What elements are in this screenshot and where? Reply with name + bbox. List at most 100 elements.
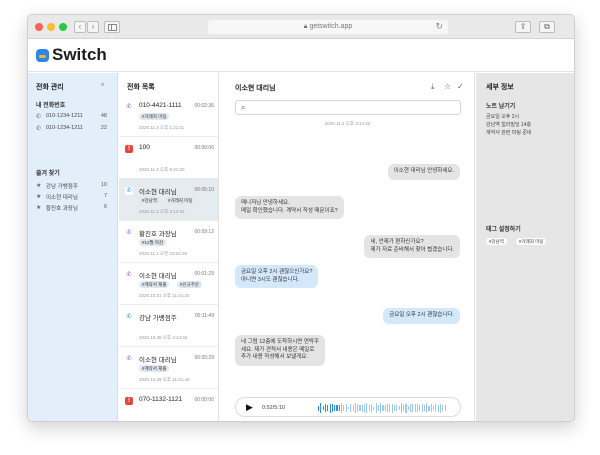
- call-list-item[interactable]: ✆ 010-4421-1111 00:02:36 #거래처 미팅 2020.11.3 오…: [119, 95, 218, 137]
- waveform-bar: [435, 403, 437, 413]
- phone-management-panel: 전화 관리 ⌕ 내 전화번호 ✆ 010-1234-1211 48 ✆ 010-…: [28, 73, 118, 421]
- panel-title: 전화 관리: [36, 84, 64, 91]
- message-line: 네, 언제가 편하신가요?: [370, 239, 424, 245]
- waveform-bar: [405, 403, 407, 413]
- waveform-bar: [364, 404, 366, 412]
- waveform-bar: [354, 403, 356, 413]
- call-date: 2020.11.3 오후 1:21:11: [139, 125, 185, 130]
- share-icon[interactable]: ⇪: [515, 21, 531, 33]
- outgoing-message: 네, 언제가 편하신가요? 제가 자료 준비해서 찾아 뵙겠습니다.: [364, 235, 460, 258]
- waveform-bar: [398, 405, 400, 411]
- note-line[interactable]: 강남역 힘리빌딩 14층: [486, 121, 531, 128]
- tabs-icon[interactable]: ⧉: [539, 21, 555, 33]
- lock-icon: 🔒︎: [303, 23, 308, 30]
- waveform-bar: [331, 403, 333, 413]
- sidebar-toggle-icon[interactable]: [104, 21, 120, 33]
- call-list-title: 전화 목록: [127, 84, 155, 91]
- favorites-heading: 즐겨 찾기: [36, 171, 60, 177]
- call-list-panel: 전화 목록 ✆ 010-4421-1111 00:02:36 #거래처 미팅 2020.…: [119, 73, 219, 421]
- audio-player: ▶ 0:52/5:10: [235, 397, 461, 417]
- message-line: 네 그럼 12층에 도착하시면 연락주: [241, 339, 320, 345]
- switch-logo-icon: [36, 49, 49, 62]
- message-line: 메일 확인했습니다. 계약서 작성 때문이죠?: [241, 207, 338, 214]
- reload-icon[interactable]: ↻: [435, 21, 443, 32]
- note-heading: 노트 남기기: [486, 104, 516, 110]
- waveform-bar: [442, 404, 444, 412]
- waveform-bar: [416, 403, 419, 412]
- note-line[interactable]: 금요일 오후 2시: [486, 113, 519, 120]
- voice-call-icon: ✆: [125, 313, 133, 321]
- outgoing-message: 금요일 오후 2시 괜찮습니다.: [383, 308, 460, 324]
- waveform-bar: [437, 404, 439, 412]
- message-line: 아니면 3시도 괜찮습니다.: [241, 276, 300, 283]
- message-line: 제가 자료 준비해서 찾아 뵙겠습니다.: [370, 246, 454, 253]
- call-list-item[interactable]: ! 100 00:00:00 2020.11.3 오후 5:41:20: [119, 137, 218, 179]
- call-date: 2020.11.1 오전 10:22:28: [139, 251, 187, 256]
- waveform-bar: [345, 403, 347, 413]
- maximize-window-button[interactable]: [59, 23, 67, 31]
- call-list-item[interactable]: ✆ 이소현 대리님 00:01:29 #계약서 재출 #신규주문 2020.10.31 오…: [119, 263, 218, 305]
- phone-icon: ✆: [36, 114, 42, 120]
- favorite-name: 황진호 과장님: [46, 206, 78, 212]
- incoming-message: 매니저님 안녕하세요. 메일 확인했습니다. 계약서 작성 때문이죠?: [235, 196, 344, 219]
- call-list-item[interactable]: ✆ 황진호 과장님 00:09:12 #12월 마감 2020.11.1 오전 10:2…: [119, 221, 218, 263]
- call-duration: 00:02:36: [194, 103, 214, 109]
- star-outline-icon[interactable]: ☆: [444, 82, 451, 91]
- caller-name: 이소현 대리님: [139, 273, 177, 280]
- conversation-search-input[interactable]: ⌕: [235, 100, 461, 115]
- call-tag[interactable]: #거래처 미팅: [139, 113, 170, 120]
- message-line: 추가 내용 작성해서 보낼게요.: [241, 354, 308, 360]
- audio-waveform[interactable]: [318, 403, 448, 413]
- phone-number: 010-1234-1211: [46, 125, 83, 131]
- call-list-item[interactable]: ✆ 이소현 대리님 00:05:10 #강남역 #거래처 미팅 2020.11.3 오후 …: [119, 179, 218, 221]
- call-tag[interactable]: #계약서 재출: [139, 365, 170, 372]
- detail-title: 세부 정보: [486, 84, 514, 91]
- phone-number: 010-1234-1211: [46, 113, 83, 119]
- call-duration: 00:01:29: [194, 271, 214, 277]
- call-tag[interactable]: #거래처 미팅: [165, 197, 196, 204]
- play-icon[interactable]: ▶: [246, 402, 253, 413]
- note-line[interactable]: 계약서 관련 미팅 준비: [486, 129, 532, 136]
- star-icon: ★: [36, 205, 42, 211]
- tag-chip[interactable]: #거래처 미팅: [516, 238, 547, 245]
- download-icon[interactable]: ⤓: [431, 82, 435, 92]
- call-tag[interactable]: #12월 마감: [139, 239, 167, 246]
- close-window-button[interactable]: [35, 23, 43, 31]
- call-list-item[interactable]: ! 070-1132-1121 00:00:00: [119, 389, 218, 421]
- voice-call-icon: ✆: [125, 187, 133, 195]
- call-tag[interactable]: #강남역: [139, 197, 160, 204]
- call-date: 2020.11.3 오후 5:41:20: [139, 167, 185, 172]
- call-date: 2020.10.30 오후 3:14:32: [139, 335, 188, 340]
- minimize-window-button[interactable]: [47, 23, 55, 31]
- voice-call-icon: ✆: [125, 271, 133, 279]
- app-logo-text: Switch: [52, 45, 107, 64]
- call-list-item[interactable]: ✆ 이소현 대리님 00:05:29 #계약서 재출 2020.10.29 오후 11:…: [119, 347, 218, 389]
- waveform-bar: [370, 404, 373, 412]
- phone-icon: ✆: [36, 126, 42, 132]
- call-duration: 00:05:29: [194, 355, 214, 361]
- address-bar[interactable]: 🔒︎ getswitch.app ↻: [208, 20, 448, 34]
- tag-chip[interactable]: #강남역: [486, 238, 507, 245]
- call-tag[interactable]: #계약서 재출: [139, 281, 170, 288]
- waveform-bar: [430, 403, 432, 413]
- conversation-timestamp: 2020.11.3 오후 3:14:32: [324, 121, 371, 126]
- waveform-bar: [384, 404, 386, 412]
- waveform-bar: [428, 405, 430, 411]
- waveform-bar: [421, 404, 423, 412]
- check-icon[interactable]: ✓: [457, 82, 464, 91]
- call-list-item[interactable]: ✆ 강남 가뱅점주 00:11:49 2020.10.30 오후 3:14:32: [119, 305, 218, 347]
- waveform-bar: [380, 403, 382, 413]
- waveform-bar: [444, 405, 446, 411]
- back-icon[interactable]: ‹: [74, 21, 86, 33]
- waveform-bar: [377, 404, 379, 411]
- call-date: 2020.10.31 오후 11:41:20: [139, 293, 190, 298]
- message-line: 금요일 오후 2시 괜찮습니다.: [389, 312, 454, 318]
- call-tag[interactable]: #신규주문: [177, 281, 203, 288]
- waveform-bar: [338, 405, 340, 411]
- missed-call-icon: !: [125, 397, 133, 405]
- waveform-bar: [366, 403, 368, 413]
- forward-icon[interactable]: ›: [87, 21, 99, 33]
- address-text: getswitch.app: [309, 23, 353, 30]
- waveform-bar: [361, 404, 363, 412]
- search-icon[interactable]: ⌕: [101, 82, 104, 89]
